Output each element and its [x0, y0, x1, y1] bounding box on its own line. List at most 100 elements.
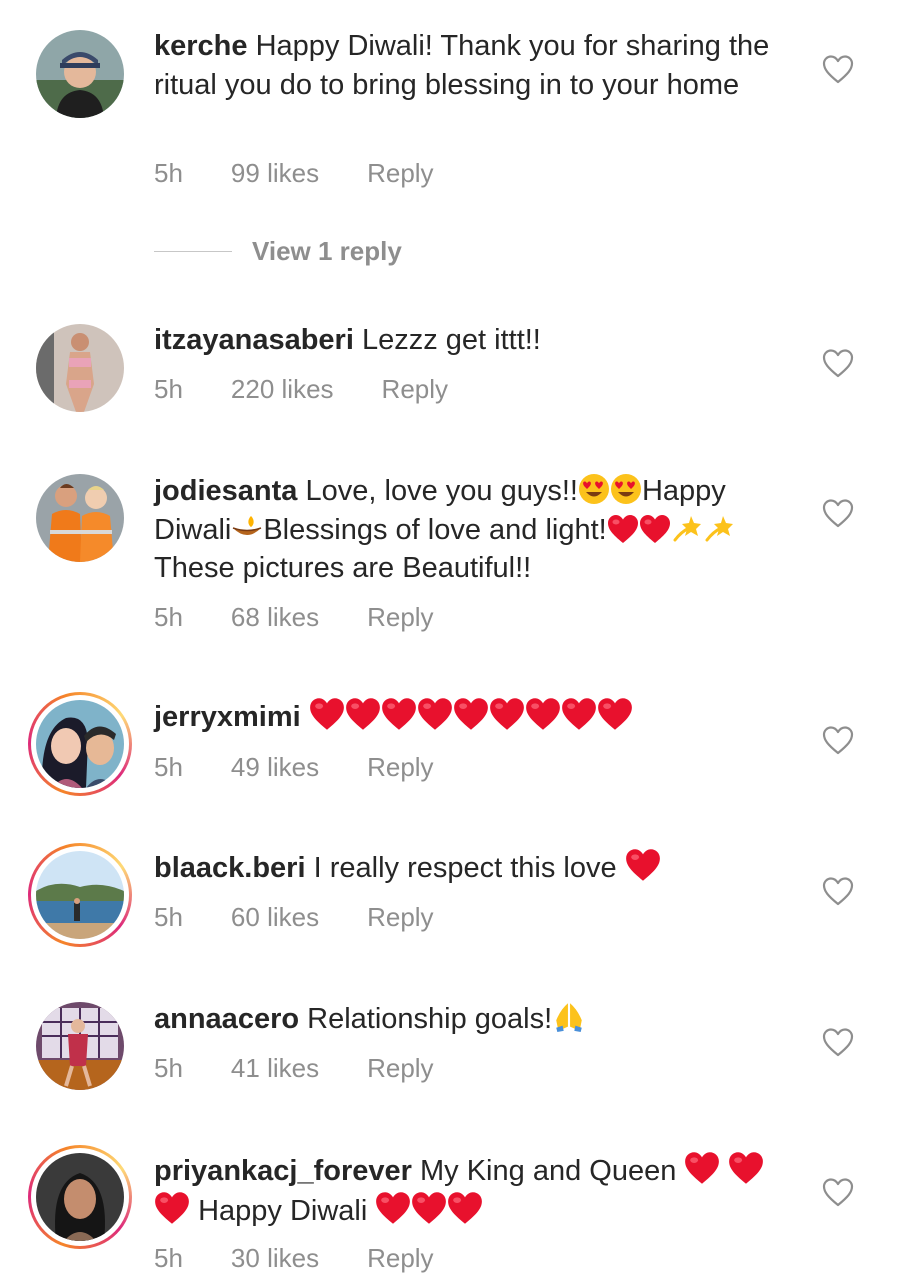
avatar-image	[36, 30, 124, 118]
comment-meta: 5h 60 likes Reply	[154, 902, 482, 933]
avatar-ring-gap	[31, 846, 129, 944]
red-heart-emoji	[728, 1151, 764, 1185]
red-heart-emoji	[639, 514, 671, 544]
red-heart-emoji	[411, 1191, 447, 1225]
comment-text: kerche Happy Diwali! Thank you for shari…	[154, 27, 794, 104]
red-heart-emoji	[417, 697, 453, 731]
comment-username[interactable]: jodiesanta	[154, 475, 297, 507]
heart-eyes-emoji	[578, 473, 610, 505]
avatar[interactable]	[36, 30, 124, 118]
comment-body: I really respect this love	[313, 852, 617, 884]
heart-outline-icon[interactable]	[822, 54, 854, 84]
comment-time: 5h	[154, 158, 183, 188]
heart-outline-icon[interactable]	[822, 348, 854, 378]
avatar-image	[36, 1153, 124, 1241]
comment-username[interactable]: priyankacj_forever	[154, 1155, 412, 1187]
red-heart-emoji	[447, 1191, 483, 1225]
comment-likes[interactable]: 99 likes	[231, 158, 319, 189]
red-heart-emoji	[525, 697, 561, 731]
comment-body: Relationship goals!	[307, 1003, 553, 1035]
comment-body-part: My King and Queen	[420, 1155, 677, 1187]
comment-likes[interactable]: 60 likes	[231, 902, 319, 933]
comment-text: blaack.beri I really respect this love	[154, 848, 794, 888]
comment-meta: 5h 41 likes Reply	[154, 1053, 482, 1084]
comment-meta: 5h 30 likes Reply	[154, 1243, 482, 1274]
comment-username[interactable]: itzayanasaberi	[154, 324, 354, 356]
avatar[interactable]	[36, 324, 124, 412]
avatar-ring-gap	[31, 695, 129, 793]
red-heart-emoji	[381, 697, 417, 731]
comment-time: 5h	[154, 1243, 183, 1273]
heart-eyes-emoji	[610, 473, 642, 505]
diya-lamp-emoji	[231, 512, 263, 544]
reply-button[interactable]: Reply	[367, 1243, 433, 1274]
avatar[interactable]	[36, 474, 124, 562]
comment-time: 5h	[154, 374, 183, 404]
comment-likes[interactable]: 220 likes	[231, 374, 334, 405]
comment-likes[interactable]: 68 likes	[231, 602, 319, 633]
heart-outline-icon[interactable]	[822, 498, 854, 528]
comment-time: 5h	[154, 1053, 183, 1083]
view-replies-button[interactable]: View 1 reply	[154, 236, 402, 267]
heart-outline-icon[interactable]	[822, 725, 854, 755]
red-heart-emoji	[625, 848, 661, 882]
comment-likes[interactable]: 49 likes	[231, 752, 319, 783]
reply-button[interactable]: Reply	[367, 752, 433, 783]
comment-meta: 5h 68 likes Reply	[154, 602, 482, 633]
comment-username[interactable]: jerryxmimi	[154, 701, 301, 733]
comment-body: Lezzz get ittt!!	[361, 324, 541, 356]
comment-text: itzayanasaberi Lezzz get ittt!!	[154, 321, 794, 360]
comment-text: jerryxmimi	[154, 697, 794, 737]
red-heart-emoji	[453, 697, 489, 731]
red-heart-emoji	[684, 1151, 720, 1185]
comment-meta: 5h 49 likes Reply	[154, 752, 482, 783]
comment-body-part: Blessings of love and light!	[263, 513, 607, 546]
divider-line	[154, 251, 232, 252]
comment-username[interactable]: annaacero	[154, 1003, 299, 1035]
reply-button[interactable]: Reply	[367, 1053, 433, 1084]
avatar-image	[36, 324, 124, 412]
comment-username[interactable]: kerche	[154, 30, 248, 62]
avatar-image	[36, 474, 124, 562]
red-heart-emoji	[154, 1191, 190, 1225]
comment-username[interactable]: blaack.beri	[154, 852, 306, 884]
reply-button[interactable]: Reply	[367, 158, 433, 189]
dizzy-star-emoji	[703, 512, 735, 544]
folded-hands-emoji	[552, 999, 586, 1033]
red-heart-emoji	[597, 697, 633, 731]
avatar-ring-gap	[31, 1148, 129, 1246]
comment-text: annaacero Relationship goals!	[154, 999, 794, 1039]
comment-body-part: These pictures are Beautiful!!	[154, 552, 532, 584]
avatar-story-ring[interactable]	[28, 692, 132, 796]
view-replies-label: View 1 reply	[252, 236, 402, 266]
reply-button[interactable]: Reply	[367, 902, 433, 933]
comment-likes[interactable]: 41 likes	[231, 1053, 319, 1084]
heart-outline-icon[interactable]	[822, 1177, 854, 1207]
heart-outline-icon[interactable]	[822, 1027, 854, 1057]
red-heart-emoji	[375, 1191, 411, 1225]
red-heart-emoji	[489, 697, 525, 731]
avatar-story-ring[interactable]	[28, 843, 132, 947]
comment-time: 5h	[154, 602, 183, 632]
comment-text: jodiesanta Love, love you guys!! Happy Di…	[154, 472, 794, 588]
comment-body-part: Happy Diwali	[198, 1194, 368, 1227]
comment-meta: 5h 99 likes Reply	[154, 158, 482, 189]
reply-button[interactable]: Reply	[382, 374, 448, 405]
reply-button[interactable]: Reply	[367, 602, 433, 633]
avatar[interactable]	[36, 1002, 124, 1090]
red-heart-emoji	[561, 697, 597, 731]
avatar-image	[36, 851, 124, 939]
comment-meta: 5h 220 likes Reply	[154, 374, 496, 405]
comment-time: 5h	[154, 902, 183, 932]
avatar-story-ring[interactable]	[28, 1145, 132, 1249]
comment-text: priyankacj_forever My King and Queen Hap…	[154, 1151, 794, 1230]
red-heart-emoji	[607, 514, 639, 544]
dizzy-star-emoji	[671, 512, 703, 544]
heart-outline-icon[interactable]	[822, 876, 854, 906]
comment-body-part: Love, love you guys!!	[305, 475, 578, 507]
avatar-image	[36, 1002, 124, 1090]
comment-likes[interactable]: 30 likes	[231, 1243, 319, 1274]
avatar-image	[36, 700, 124, 788]
red-heart-emoji	[309, 697, 345, 731]
comment-time: 5h	[154, 752, 183, 782]
